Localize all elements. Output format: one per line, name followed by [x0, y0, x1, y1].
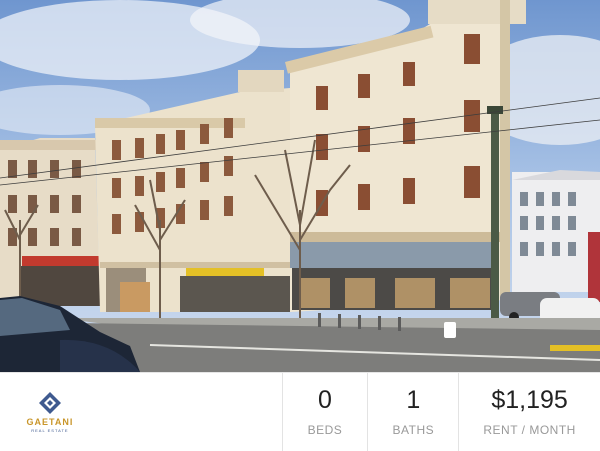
- beds-stat: 0 BEDS: [281, 373, 368, 451]
- brand-name: GAETANI: [26, 416, 74, 427]
- rent-label: RENT / MONTH: [483, 422, 576, 437]
- rent-value: $1,195: [491, 385, 568, 414]
- listing-card: GAETANI REAL ESTATE 0 BEDS 1 BATHS $1,19…: [0, 0, 600, 451]
- brand-logo[interactable]: GAETANI REAL ESTATE: [0, 373, 100, 451]
- baths-value: 1: [406, 385, 421, 414]
- baths-stat: 1 BATHS: [367, 373, 458, 451]
- beds-value: 0: [318, 385, 332, 414]
- listing-photo[interactable]: [0, 0, 600, 372]
- brand-subtitle: REAL ESTATE: [31, 427, 69, 433]
- listing-info-bar: GAETANI REAL ESTATE 0 BEDS 1 BATHS $1,19…: [0, 372, 600, 451]
- diamond-logo-icon: [38, 391, 61, 414]
- baths-label: BATHS: [392, 422, 435, 437]
- beds-label: BEDS: [307, 422, 343, 437]
- rent-stat: $1,195 RENT / MONTH: [458, 373, 600, 451]
